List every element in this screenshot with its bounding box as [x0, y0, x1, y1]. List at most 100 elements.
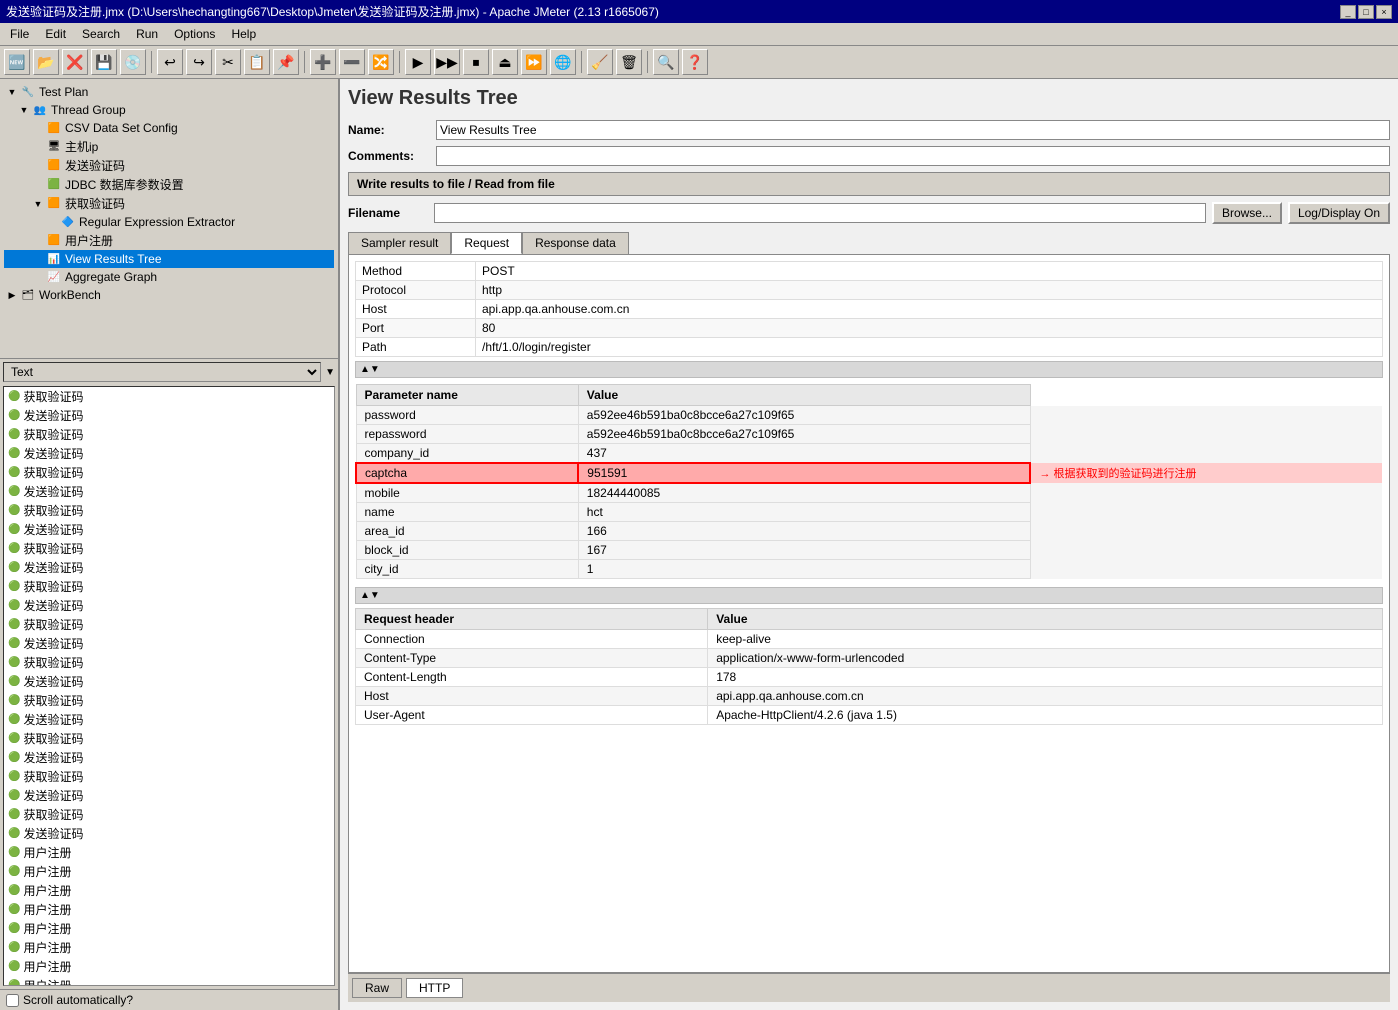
list-item[interactable]: 🟢发送验证码 — [4, 444, 334, 463]
list-item-label: 用户注册 — [23, 882, 71, 899]
toolbar-undo[interactable]: ↩ — [157, 49, 183, 75]
bottom-tab-http[interactable]: HTTP — [406, 978, 463, 998]
toolbar-close[interactable]: ❌ — [62, 49, 88, 75]
list-item[interactable]: 🟢发送验证码 — [4, 786, 334, 805]
tree-item-aggregate[interactable]: ▶ 📈 Aggregate Graph — [4, 268, 334, 286]
tree-toggle-testplan[interactable]: ▼ — [6, 86, 18, 98]
scroll-checkbox[interactable] — [6, 994, 19, 1007]
list-item[interactable]: 🟢发送验证码 — [4, 710, 334, 729]
tree-item-getcaptcha[interactable]: ▼ 🟧 获取验证码 — [4, 194, 334, 213]
menu-search[interactable]: Search — [76, 25, 126, 43]
list-item[interactable]: 🟢获取验证码 — [4, 577, 334, 596]
tab-sampler-result[interactable]: Sampler result — [348, 232, 451, 254]
menu-edit[interactable]: Edit — [39, 25, 72, 43]
toolbar-stop[interactable]: ⏹ — [463, 49, 489, 75]
list-item[interactable]: 🟢获取验证码 — [4, 501, 334, 520]
log-display-button[interactable]: Log/Display On — [1288, 202, 1390, 224]
tree-toggle-workbench[interactable]: ▶ — [6, 289, 18, 301]
name-input[interactable] — [436, 120, 1390, 140]
results-list[interactable]: 🟢获取验证码🟢发送验证码🟢获取验证码🟢发送验证码🟢获取验证码🟢发送验证码🟢获取验… — [3, 386, 335, 986]
toolbar-shutdown[interactable]: ⏏ — [492, 49, 518, 75]
list-item[interactable]: 🟢用户注册 — [4, 881, 334, 900]
toolbar-saveas[interactable]: 💿 — [120, 49, 146, 75]
tree-item-register[interactable]: ▶ 🟧 用户注册 — [4, 231, 334, 250]
toolbar-step[interactable]: ⏩ — [521, 49, 547, 75]
list-item[interactable]: 🟢用户注册 — [4, 919, 334, 938]
list-item[interactable]: 🟢发送验证码 — [4, 482, 334, 501]
filter-dropdown-arrow[interactable]: ▼ — [325, 367, 335, 378]
toolbar-remote[interactable]: 🌐 — [550, 49, 576, 75]
list-item-icon: 🟢 — [8, 904, 20, 915]
list-item[interactable]: 🟢用户注册 — [4, 957, 334, 976]
toolbar-open[interactable]: 📂 — [33, 49, 59, 75]
list-item[interactable]: 🟢获取验证码 — [4, 653, 334, 672]
tree-item-host[interactable]: ▶ 🖥 主机ip — [4, 137, 334, 156]
list-item[interactable]: 🟢发送验证码 — [4, 748, 334, 767]
tree-item-workbench[interactable]: ▶ 🗂 WorkBench — [4, 286, 334, 304]
list-item-icon: 🟢 — [8, 543, 20, 554]
list-item-icon: 🟢 — [8, 391, 20, 402]
tab-response-data[interactable]: Response data — [522, 232, 629, 254]
toolbar-cut[interactable]: ✂ — [215, 49, 241, 75]
maximize-button[interactable]: □ — [1358, 5, 1374, 19]
list-item[interactable]: 🟢获取验证码 — [4, 463, 334, 482]
list-item[interactable]: 🟢用户注册 — [4, 976, 334, 986]
toolbar-start[interactable]: ▶ — [405, 49, 431, 75]
list-item[interactable]: 🟢获取验证码 — [4, 539, 334, 558]
toolbar-collapse[interactable]: ➖ — [339, 49, 365, 75]
toolbar-toggle[interactable]: 🔀 — [368, 49, 394, 75]
host-row: Host api.app.qa.anhouse.com.cn — [356, 300, 1383, 319]
menu-help[interactable]: Help — [225, 25, 262, 43]
minimize-button[interactable]: _ — [1340, 5, 1356, 19]
list-item[interactable]: 🟢获取验证码 — [4, 767, 334, 786]
list-item[interactable]: 🟢用户注册 — [4, 843, 334, 862]
toolbar-help[interactable]: ❓ — [682, 49, 708, 75]
list-item[interactable]: 🟢用户注册 — [4, 938, 334, 957]
toolbar-save[interactable]: 💾 — [91, 49, 117, 75]
list-item[interactable]: 🟢发送验证码 — [4, 596, 334, 615]
list-item[interactable]: 🟢获取验证码 — [4, 615, 334, 634]
toolbar-new[interactable]: 🆕 — [4, 49, 30, 75]
tree-item-testplan[interactable]: ▼ 🔧 Test Plan — [4, 83, 334, 101]
list-item-label: 发送验证码 — [23, 749, 83, 766]
toolbar-search[interactable]: 🔍 — [653, 49, 679, 75]
tree-item-threadgroup[interactable]: ▼ 👥 Thread Group — [4, 101, 334, 119]
list-item[interactable]: 🟢获取验证码 — [4, 691, 334, 710]
menu-run[interactable]: Run — [130, 25, 164, 43]
tab-request[interactable]: Request — [451, 232, 522, 254]
tree-item-viewresults[interactable]: ▶ 📊 View Results Tree — [4, 250, 334, 268]
tree-item-jdbc[interactable]: ▶ 🟩 JDBC 数据库参数设置 — [4, 175, 334, 194]
menu-file[interactable]: File — [4, 25, 35, 43]
tree-toggle-getcaptcha[interactable]: ▼ — [32, 198, 44, 210]
list-item[interactable]: 🟢发送验证码 — [4, 824, 334, 843]
list-item[interactable]: 🟢获取验证码 — [4, 805, 334, 824]
list-item[interactable]: 🟢发送验证码 — [4, 558, 334, 577]
toolbar-start-nopause[interactable]: ▶▶ — [434, 49, 460, 75]
filename-input[interactable] — [434, 203, 1206, 223]
browse-button[interactable]: Browse... — [1212, 202, 1282, 224]
toolbar-expand[interactable]: ➕ — [310, 49, 336, 75]
toolbar-clear[interactable]: 🧹 — [587, 49, 613, 75]
list-item[interactable]: 🟢用户注册 — [4, 862, 334, 881]
toolbar-clearall[interactable]: 🗑 — [616, 49, 642, 75]
list-item[interactable]: 🟢用户注册 — [4, 900, 334, 919]
close-button[interactable]: × — [1376, 5, 1392, 19]
tree-toggle-threadgroup[interactable]: ▼ — [18, 104, 30, 116]
list-item[interactable]: 🟢获取验证码 — [4, 729, 334, 748]
tree-item-csv[interactable]: ▶ 🟧 CSV Data Set Config — [4, 119, 334, 137]
menu-options[interactable]: Options — [168, 25, 221, 43]
bottom-tab-raw[interactable]: Raw — [352, 978, 402, 998]
list-item[interactable]: 🟢发送验证码 — [4, 520, 334, 539]
tree-item-sendsms[interactable]: ▶ 🟧 发送验证码 — [4, 156, 334, 175]
toolbar-paste[interactable]: 📌 — [273, 49, 299, 75]
list-item[interactable]: 🟢发送验证码 — [4, 406, 334, 425]
list-item[interactable]: 🟢获取验证码 — [4, 387, 334, 406]
comments-input[interactable] — [436, 146, 1390, 166]
tree-item-regex[interactable]: ▶ 🔷 Regular Expression Extractor — [4, 213, 334, 231]
list-item[interactable]: 🟢发送验证码 — [4, 634, 334, 653]
toolbar-copy[interactable]: 📋 — [244, 49, 270, 75]
toolbar-redo[interactable]: ↪ — [186, 49, 212, 75]
filter-dropdown[interactable]: Text — [3, 362, 321, 382]
list-item[interactable]: 🟢获取验证码 — [4, 425, 334, 444]
list-item[interactable]: 🟢发送验证码 — [4, 672, 334, 691]
